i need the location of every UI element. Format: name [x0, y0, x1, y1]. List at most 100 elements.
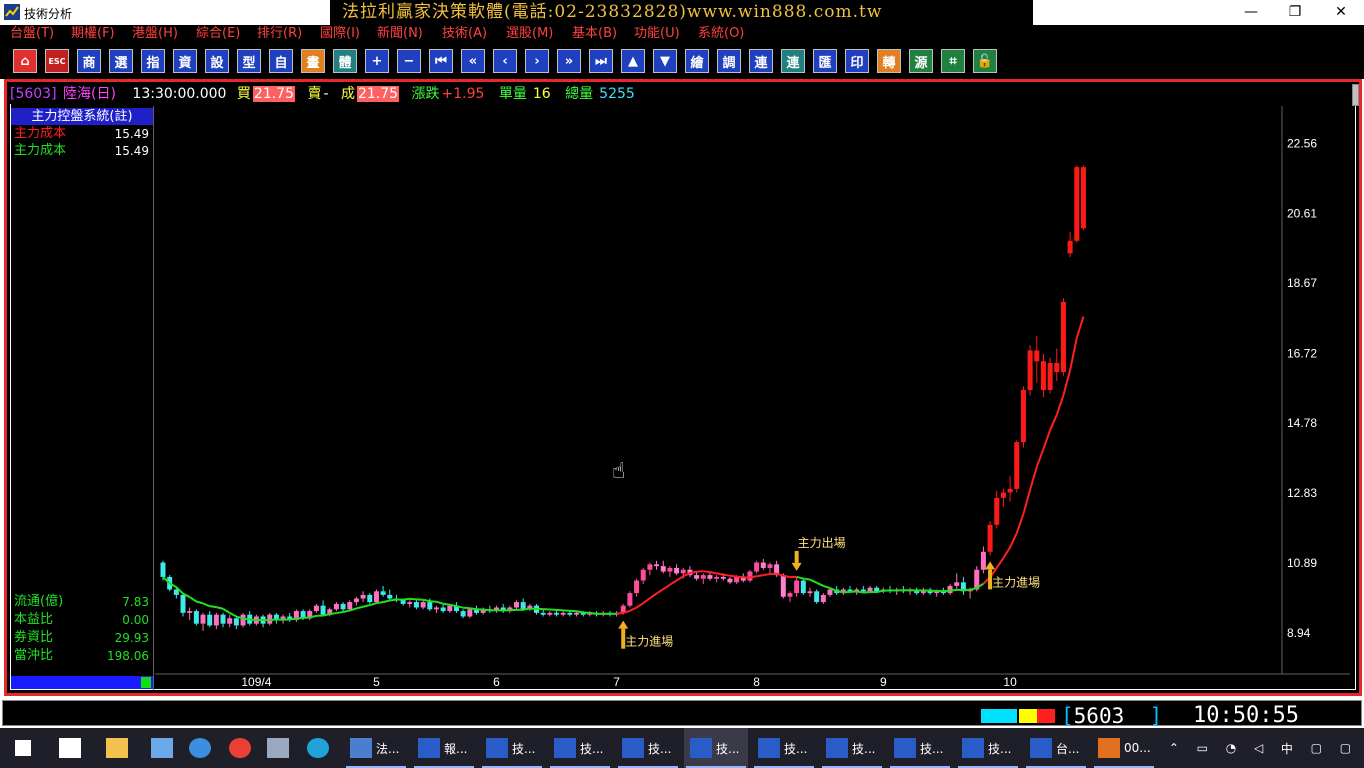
plus-button[interactable]: + [365, 49, 389, 73]
menu-item-3[interactable]: 港盤(H) [132, 26, 178, 42]
taskbar-ie[interactable] [186, 728, 218, 768]
menu-item-10[interactable]: 基本(B) [572, 26, 617, 42]
taskbar-app-7[interactable]: 技... [616, 728, 680, 768]
x-tick-label: 9 [880, 675, 887, 689]
back-button[interactable]: ‹ [493, 49, 517, 73]
menu-item-1[interactable]: 台盤(T) [10, 26, 54, 42]
candle-body [860, 589, 866, 592]
menu-item-4[interactable]: 綜合(E) [196, 26, 240, 42]
menu-item-5[interactable]: 排行(R) [257, 26, 302, 42]
menu-item-7[interactable]: 新聞(N) [377, 26, 423, 42]
taskbar-app-13[interactable]: 台... [1024, 728, 1088, 768]
up-button[interactable]: ▲ [621, 49, 645, 73]
tool-button-22[interactable]: 繪 [685, 49, 709, 73]
menu-item-8[interactable]: 技術(A) [442, 26, 487, 42]
tool-button-7[interactable]: 設 [205, 49, 229, 73]
tool-button-10[interactable]: 畫 [301, 49, 325, 73]
taskbar-app-1[interactable] [148, 728, 180, 768]
cost-line-segment [949, 588, 957, 592]
shang-button[interactable]: 商 [77, 49, 101, 73]
zi-self-button[interactable]: 自 [269, 49, 293, 73]
taskbar-app-14[interactable]: 00... [1092, 728, 1156, 768]
taskbar-app-8[interactable]: 技... [684, 728, 748, 768]
tool-button-8[interactable]: 型 [237, 49, 261, 73]
candle-body [760, 562, 766, 568]
home-button[interactable]: ⌂ [13, 49, 37, 73]
lian-button[interactable]: 連 [749, 49, 773, 73]
menu-item-6[interactable]: 國際(I) [320, 26, 360, 42]
chart-icon [418, 738, 440, 758]
minus-button[interactable]: − [397, 49, 421, 73]
battery-icon[interactable]: ▭ [1197, 741, 1208, 755]
candlestick-chart[interactable]: 22.56 20.61 18.67 16.72 14.78 12.83 10.89 8.94 1… [155, 106, 1350, 690]
lock-button[interactable]: 🔓 [973, 49, 997, 73]
tray-chevron-icon[interactable]: ⌃ [1169, 741, 1179, 755]
taskbar-app-11[interactable]: 技... [888, 728, 952, 768]
taskbar-app-3[interactable]: 法... [344, 728, 408, 768]
tool-button-4[interactable]: 選 [109, 49, 133, 73]
status-swatch [1019, 709, 1037, 723]
taskbar-edge[interactable] [304, 728, 336, 768]
first-button[interactable]: ⏮ [429, 49, 453, 73]
volume-icon[interactable]: ◁ [1254, 741, 1263, 755]
print-button[interactable]: 印 [845, 49, 869, 73]
status-swatch [1037, 709, 1055, 723]
fast-forward-button[interactable]: » [557, 49, 581, 73]
cost-line-segment [703, 570, 711, 574]
cost-line-segment [589, 611, 597, 615]
taskbar-taskview[interactable] [56, 728, 88, 768]
close-button[interactable]: ✕ [1318, 0, 1364, 25]
taskbar-chrome[interactable] [226, 728, 258, 768]
cost-line-segment [736, 575, 744, 579]
fast-back-button[interactable]: « [461, 49, 485, 73]
quote-name[interactable]: 陸海(日) [63, 86, 116, 102]
taskbar-app-5[interactable]: 技... [480, 728, 544, 768]
restore-button[interactable]: ❐ [1272, 0, 1318, 25]
hui-button[interactable]: 匯 [813, 49, 837, 73]
taskbar-app-9[interactable]: 技... [752, 728, 816, 768]
taskbar-label: 技... [784, 741, 808, 756]
taskbar-app-12[interactable]: 技... [956, 728, 1020, 768]
taskbar-start[interactable] [8, 728, 42, 768]
candle-body [547, 612, 553, 615]
cost-line-segment [229, 612, 237, 618]
tool-button-5[interactable]: 指 [141, 49, 165, 73]
menu-item-11[interactable]: 功能(U) [634, 26, 680, 42]
tool-button-30[interactable]: ⌗ [941, 49, 965, 73]
tool-button-11[interactable]: 體 [333, 49, 357, 73]
taskbar-explorer[interactable] [102, 728, 136, 768]
clock: 10:50:55 [1193, 703, 1299, 728]
language-indicator[interactable]: 中 [1281, 740, 1293, 757]
notes-icon[interactable]: ▢ [1311, 741, 1322, 755]
candle-body [180, 594, 186, 613]
stock-code-input[interactable]: [5603 ] [1061, 704, 1162, 728]
down-button[interactable]: ▼ [653, 49, 677, 73]
taskbar-app-10[interactable]: 技... [820, 728, 884, 768]
tool-button-29[interactable]: 源 [909, 49, 933, 73]
zi-button[interactable]: 資 [173, 49, 197, 73]
candle-body [160, 562, 166, 577]
taskbar-app-6[interactable]: 技... [548, 728, 612, 768]
panel-title[interactable]: 主力控盤系統(註) [11, 108, 153, 125]
esc-button[interactable]: ESC [45, 49, 69, 73]
minimize-button[interactable]: — [1228, 0, 1274, 25]
forward-button[interactable]: › [525, 49, 549, 73]
panel-scrollbar[interactable] [11, 676, 153, 689]
menu-item-2[interactable]: 期權(F) [71, 26, 115, 42]
system-tray: ⌃ ▭ ◔ ◁ 中 ▢ ▢ [1160, 728, 1360, 768]
wifi-icon[interactable]: ◔ [1226, 741, 1236, 755]
scroll-handle[interactable] [1352, 84, 1359, 106]
menu-item-12[interactable]: 系統(O) [698, 26, 744, 42]
candle-body [867, 587, 873, 592]
menu-item-9[interactable]: 選股(M) [506, 26, 553, 42]
tool-button-28[interactable]: 轉 [877, 49, 901, 73]
chart-icon [554, 738, 576, 758]
lian2-button[interactable]: 連 [781, 49, 805, 73]
tool-button-23[interactable]: 調 [717, 49, 741, 73]
taskbar-app-2[interactable] [264, 728, 296, 768]
notification-icon[interactable]: ▢ [1340, 741, 1351, 755]
candle-body [807, 591, 813, 594]
cost-line-segment [1029, 466, 1038, 491]
last-button[interactable]: ⏭ [589, 49, 613, 73]
taskbar-app-4[interactable]: 報... [412, 728, 476, 768]
